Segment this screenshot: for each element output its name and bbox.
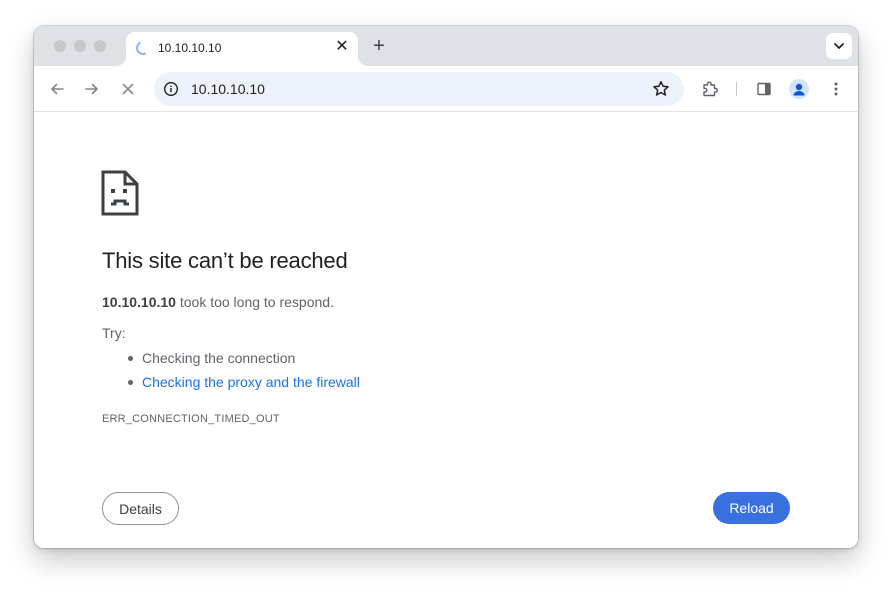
back-button[interactable] [45,77,69,101]
error-title: This site can’t be reached [102,248,348,273]
error-code: ERR_CONNECTION_TIMED_OUT [102,413,280,425]
error-message: took too long to respond. [175,294,334,310]
side-panel-button[interactable] [752,77,776,101]
error-host: 10.10.10.10 [102,294,176,310]
tab-title: 10.10.10.10 [158,41,222,55]
extensions-puzzle-icon [703,81,718,97]
error-page: This site can’t be reached 10.10.10.10 t… [34,113,858,548]
active-tab[interactable]: 10.10.10.10 ✕ [126,32,358,66]
url-text[interactable]: 10.10.10.10 [191,81,265,97]
more-menu-icon [834,82,838,96]
tab-strip: 10.10.10.10 ✕ + [34,26,858,66]
suggestion-list: Checking the connection Checking the pro… [128,346,360,394]
toolbar: 10.10.10.10 [34,66,858,112]
stop-button[interactable] [116,77,140,101]
profile-button[interactable] [787,77,811,101]
spinner-icon [134,39,152,57]
forward-button[interactable] [80,77,104,101]
error-summary: 10.10.10.10 took too long to respond. [102,294,334,310]
bookmark-star-icon[interactable] [652,80,670,98]
new-tab-icon[interactable]: + [368,35,390,57]
toolbar-divider [736,82,737,96]
tab-close-icon[interactable]: ✕ [332,37,352,57]
back-arrow-icon [51,83,64,95]
address-bar[interactable]: 10.10.10.10 [154,72,684,106]
suggestion-proxy-firewall-link[interactable]: Checking the proxy and the firewall [128,370,360,394]
profile-avatar-icon [789,79,809,99]
chevron-down-icon [834,43,844,49]
reload-button[interactable]: Reload [713,492,790,524]
forward-arrow-icon [85,83,98,95]
browser-window: 10.10.10.10 ✕ + 10.10.10.10 This site ca… [34,26,858,548]
extensions-button[interactable] [698,77,722,101]
sad-document-icon [101,170,139,216]
tab-search-button[interactable] [826,33,852,59]
window-zoom-dot[interactable] [94,40,106,52]
window-close-dot[interactable] [54,40,66,52]
more-menu-button[interactable] [824,77,848,101]
suggestion-check-connection: Checking the connection [128,346,360,370]
details-button[interactable]: Details [102,492,179,525]
try-label: Try: [102,325,126,341]
info-icon[interactable] [163,81,179,97]
window-minimize-dot[interactable] [74,40,86,52]
side-panel-icon [757,82,771,96]
stop-loading-icon [122,83,134,95]
